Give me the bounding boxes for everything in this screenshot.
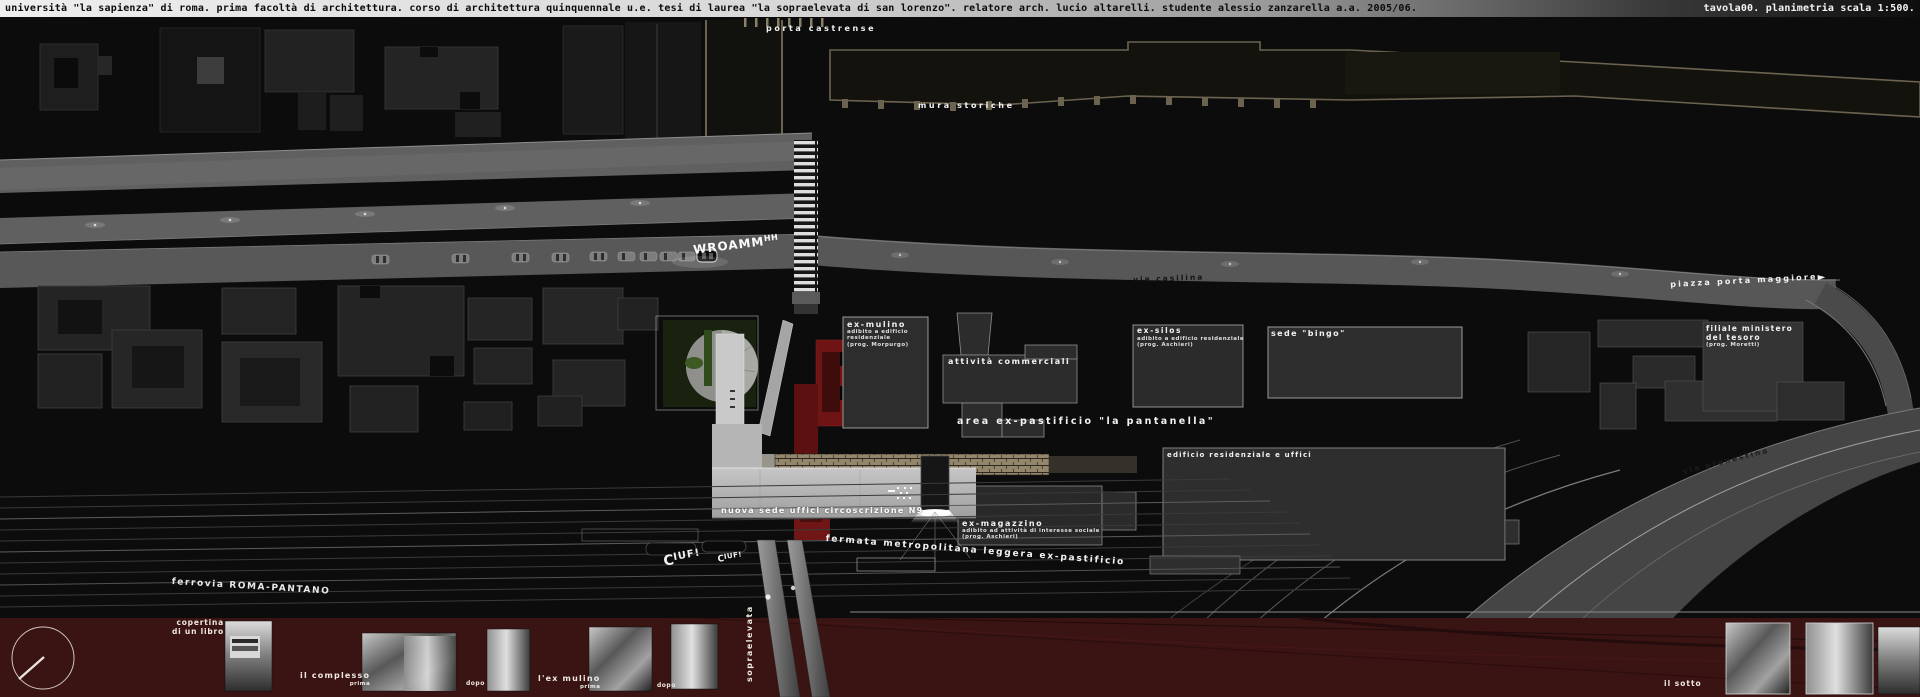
caption-il-sotto: il sotto	[1664, 680, 1702, 688]
thesis-title: università "la sapienza" di roma. prima …	[0, 3, 1417, 14]
edificio-residenziale-building	[1163, 448, 1505, 560]
label-edificio-residenziale: edificio residenziale e uffici	[1167, 451, 1312, 459]
sotto-photo-3	[1878, 627, 1920, 694]
label-ex-magazzino: ex-magazzino adibito ad attività di inte…	[962, 519, 1100, 541]
label-ex-mulino: ex-mulino adibito a edificio residenzial…	[847, 320, 909, 348]
label-nuova-sede: nuova sede uffici circoscrizione N9	[721, 506, 924, 515]
label-ex-silos: ex-silos adibito a edificio residenziale…	[1137, 327, 1244, 348]
caption-il-complesso: il complesso prima	[300, 672, 370, 687]
caption-dopo-2: dopo	[657, 683, 676, 690]
sheet-title: tavola00. planimetria scala 1:500.	[1704, 3, 1920, 14]
label-attivita-commerciali: attività commerciali	[948, 357, 1070, 366]
title-bar: università "la sapienza" di roma. prima …	[0, 0, 1920, 17]
caption-lex-mulino: l'ex mulino prima	[538, 675, 600, 690]
sound-effect-train-2: CIUF!	[716, 545, 743, 567]
zebra-footbridge	[792, 140, 820, 314]
label-filiale-ministero: filiale ministero del tesoro (prog. More…	[1706, 324, 1793, 348]
caption-dopo-1: dopo	[466, 681, 485, 688]
caption-sopraelevata: sopraelevata	[746, 620, 755, 682]
caption-copertina: copertina di un libro	[148, 619, 224, 636]
arrow-right-icon: ►	[1817, 272, 1825, 283]
sotto-photo-1	[1726, 623, 1790, 694]
label-area-ex-pastificio: area ex-pastificio "la pantanella"	[957, 417, 1215, 428]
label-porta-castrense: porta castrense	[766, 24, 876, 33]
label-sede-bingo: sede "bingo"	[1271, 329, 1346, 338]
sotto-photo-2	[1806, 623, 1873, 694]
site-plan-board: università "la sapienza" di roma. prima …	[0, 0, 1920, 697]
label-mura-storiche: mura storiche	[918, 101, 1015, 110]
mulino-dopo-photo	[671, 624, 718, 689]
complesso-dopo-photo	[487, 629, 530, 691]
